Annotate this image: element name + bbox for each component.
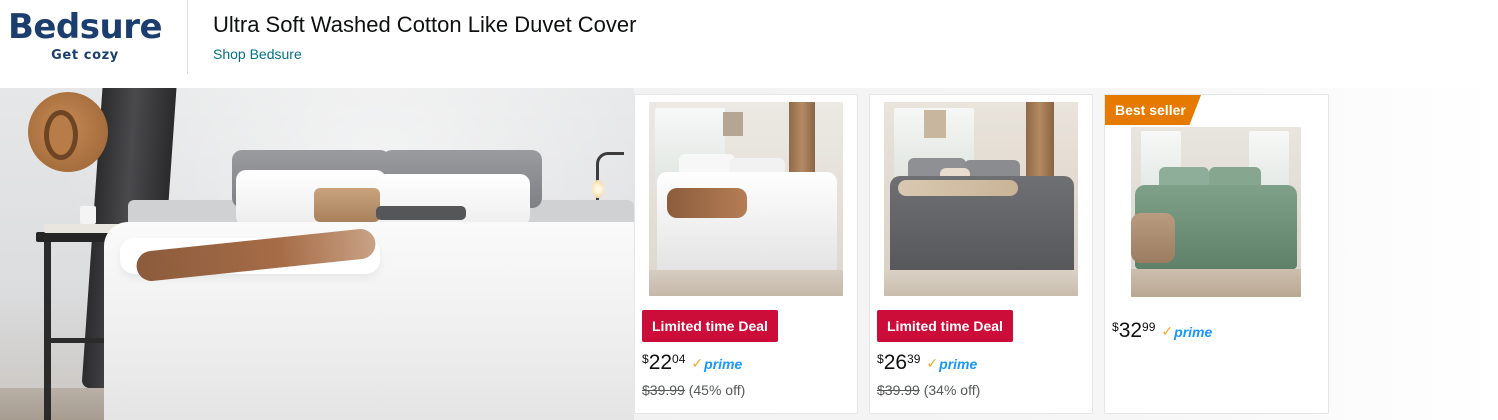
product-image-white-duvet[interactable] (649, 102, 843, 296)
price-whole: 32 (1118, 319, 1143, 342)
price: $ 22 04 ✓ prime (642, 352, 742, 374)
price-whole: 22 (648, 351, 673, 374)
page-title: Ultra Soft Washed Cotton Like Duvet Cove… (213, 12, 637, 37)
price: $ 32 99 ✓ prime (1112, 320, 1212, 342)
product-banner: Limited time Deal $ 22 04 ✓ prime $39.99 … (0, 88, 1498, 420)
product-image-green-duvet[interactable] (1131, 127, 1301, 297)
hero-pillow-tan (314, 188, 380, 222)
product-card[interactable]: Limited time Deal $ 26 39 ✓ prime $39.99 … (869, 94, 1093, 414)
price-currency: $ (1112, 320, 1119, 334)
price-currency: $ (877, 352, 884, 366)
best-seller-badge: Best seller (1105, 95, 1201, 125)
prime-badge: ✓ prime (926, 355, 977, 372)
hero-stool-leg (44, 242, 51, 420)
prime-check-icon: ✓ (1161, 323, 1174, 339)
list-price: $39.99 (877, 382, 920, 398)
discount-percent: (34% off) (923, 382, 981, 398)
prime-label: prime (1174, 323, 1213, 340)
prime-check-icon: ✓ (926, 355, 939, 371)
hero-hat-band (44, 110, 78, 160)
hero-lamp-bulb (592, 180, 604, 198)
brand-logo[interactable]: Bedsure Get cozy (0, 8, 170, 70)
product-card[interactable]: Best seller $ 32 99 ✓ prime (1104, 94, 1329, 414)
list-price: $39.99 (642, 382, 685, 398)
hero-image[interactable] (0, 88, 634, 420)
brand-logo-wordmark: Bedsure (7, 7, 163, 47)
limited-deal-badge: Limited time Deal (642, 310, 778, 342)
limited-deal-badge: Limited time Deal (877, 310, 1013, 342)
prime-badge: ✓ prime (1161, 323, 1212, 340)
list-price-row: $39.99 (45% off) (642, 382, 745, 398)
price-fraction: 99 (1142, 320, 1156, 334)
header-divider (187, 0, 188, 74)
price-currency: $ (642, 352, 649, 366)
price: $ 26 39 ✓ prime (877, 352, 977, 374)
hero-cup (80, 206, 96, 224)
prime-badge: ✓ prime (691, 355, 742, 372)
prime-label: prime (704, 355, 743, 372)
prime-check-icon: ✓ (691, 355, 704, 371)
product-card[interactable]: Limited time Deal $ 22 04 ✓ prime $39.99 … (634, 94, 858, 414)
product-image-grey-duvet[interactable] (884, 102, 1078, 296)
price-fraction: 39 (907, 352, 921, 366)
price-whole: 26 (883, 351, 908, 374)
brand-header: Bedsure Get cozy Ultra Soft Washed Cotto… (0, 0, 1498, 88)
prime-label: prime (939, 355, 978, 372)
price-fraction: 04 (672, 352, 686, 366)
hero-pillow-dark (376, 206, 466, 220)
shop-brand-link[interactable]: Shop Bedsure (213, 46, 302, 62)
brand-tagline: Get cozy (51, 48, 119, 63)
list-price-row: $39.99 (34% off) (877, 382, 980, 398)
discount-percent: (45% off) (688, 382, 746, 398)
